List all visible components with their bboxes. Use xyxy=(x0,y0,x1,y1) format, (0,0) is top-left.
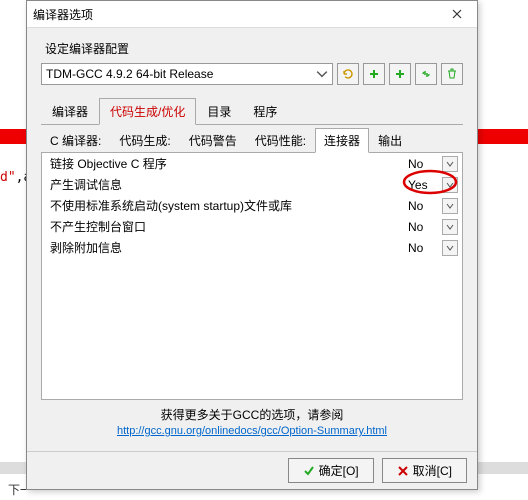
cancel-button-label: 取消[C] xyxy=(413,462,452,479)
trash-icon xyxy=(446,68,458,80)
option-row: 产生调试信息 Yes xyxy=(42,174,462,195)
ok-button-label: 确定[O] xyxy=(319,462,359,479)
add-folder-button[interactable] xyxy=(389,63,411,85)
refresh-button[interactable] xyxy=(337,63,359,85)
compiler-options-dialog: 编译器选项 设定编译器配置 TDM-GCC 4.9.2 64-bit Relea… xyxy=(26,0,478,490)
link-button[interactable] xyxy=(415,63,437,85)
tab-compiler[interactable]: 编译器 xyxy=(41,98,99,125)
subtab-warnings[interactable]: 代码警告 xyxy=(180,128,246,153)
sub-tabs: C 编译器: 代码生成: 代码警告 代码性能: 连接器 输出 xyxy=(41,127,463,153)
main-tabs: 编译器 代码生成/优化 目录 程序 xyxy=(41,97,463,125)
option-label: 产生调试信息 xyxy=(50,176,408,193)
option-label: 剥除附加信息 xyxy=(50,239,408,256)
option-dropdown[interactable] xyxy=(442,219,458,235)
chevron-down-icon xyxy=(446,244,454,252)
option-value: No xyxy=(408,220,438,234)
ok-button[interactable]: 确定[O] xyxy=(288,458,374,483)
option-row: 剥除附加信息 No xyxy=(42,237,462,258)
tab-programs[interactable]: 程序 xyxy=(242,98,288,125)
option-value: No xyxy=(408,157,438,171)
option-row: 链接 Objective C 程序 No xyxy=(42,153,462,174)
x-icon xyxy=(397,465,409,477)
tab-codegen[interactable]: 代码生成/优化 xyxy=(99,98,196,125)
footer-link[interactable]: http://gcc.gnu.org/onlinedocs/gcc/Option… xyxy=(41,425,463,437)
option-row: 不使用标准系统启动(system startup)文件或库 No xyxy=(42,195,462,216)
option-dropdown[interactable] xyxy=(442,198,458,214)
subtab-linker[interactable]: 连接器 xyxy=(315,128,369,153)
cancel-button[interactable]: 取消[C] xyxy=(382,458,467,483)
config-label: 设定编译器配置 xyxy=(45,40,463,57)
chevron-down-icon xyxy=(446,223,454,231)
delete-button[interactable] xyxy=(441,63,463,85)
subtab-perf[interactable]: 代码性能: xyxy=(246,128,315,153)
titlebar: 编译器选项 xyxy=(27,1,477,28)
add-button[interactable] xyxy=(363,63,385,85)
option-row: 不产生控制台窗口 No xyxy=(42,216,462,237)
chevron-down-icon xyxy=(316,68,328,80)
plus-icon xyxy=(368,68,380,80)
tab-directories[interactable]: 目录 xyxy=(196,98,242,125)
option-label: 链接 Objective C 程序 xyxy=(50,155,408,172)
chevron-down-icon xyxy=(446,181,454,189)
subtab-output[interactable]: 输出 xyxy=(369,128,411,153)
plus-icon xyxy=(394,68,406,80)
chevron-down-icon xyxy=(446,160,454,168)
compiler-select-value: TDM-GCC 4.9.2 64-bit Release xyxy=(46,67,213,81)
compiler-select[interactable]: TDM-GCC 4.9.2 64-bit Release xyxy=(41,63,333,85)
close-button[interactable] xyxy=(443,5,471,23)
dialog-content: 设定编译器配置 TDM-GCC 4.9.2 64-bit Release 编译器… xyxy=(27,28,477,451)
option-value: Yes xyxy=(408,178,438,192)
option-value: No xyxy=(408,241,438,255)
option-dropdown[interactable] xyxy=(442,156,458,172)
subtab-codegen[interactable]: 代码生成: xyxy=(110,128,179,153)
option-dropdown[interactable] xyxy=(442,177,458,193)
check-icon xyxy=(303,465,315,477)
chevron-down-icon xyxy=(446,202,454,210)
link-icon xyxy=(420,68,432,80)
close-icon xyxy=(452,9,462,19)
compiler-row: TDM-GCC 4.9.2 64-bit Release xyxy=(41,63,463,85)
option-value: No xyxy=(408,199,438,213)
footer-text: 获得更多关于GCC的选项，请参阅 xyxy=(41,406,463,423)
option-label: 不产生控制台窗口 xyxy=(50,218,408,235)
option-dropdown[interactable] xyxy=(442,240,458,256)
options-panel: 链接 Objective C 程序 No 产生调试信息 Yes 不使用标准系统启… xyxy=(41,153,463,400)
dialog-title: 编译器选项 xyxy=(33,6,443,23)
button-row: 确定[O] 取消[C] xyxy=(27,451,477,489)
option-label: 不使用标准系统启动(system startup)文件或库 xyxy=(50,197,408,214)
subtab-c-compiler[interactable]: C 编译器: xyxy=(41,128,110,153)
refresh-icon xyxy=(342,68,354,80)
